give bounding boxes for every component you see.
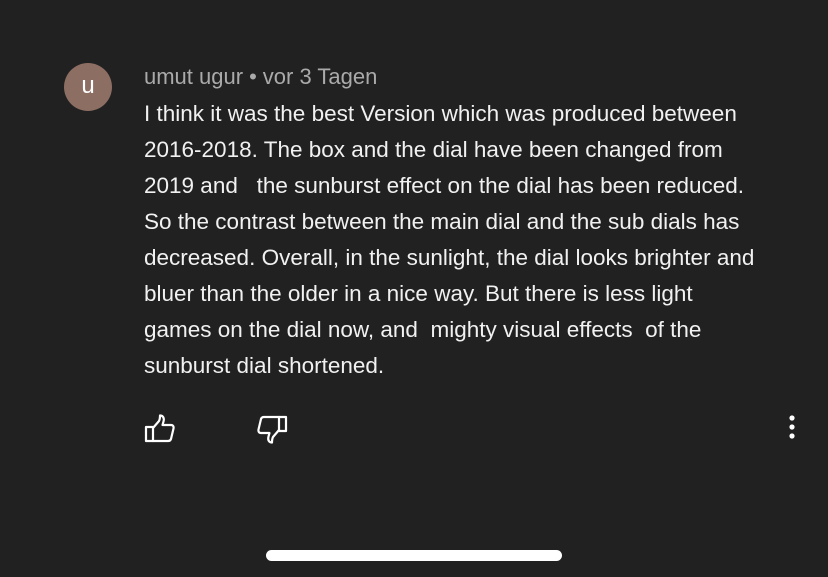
comment-text-line: 2016-2018. The box and the dial have bee… (144, 137, 723, 162)
comment-text-line: So the contrast between the main dial an… (144, 209, 740, 234)
comment: umut ugur • vor 3 Tagen I think it was the… (144, 62, 804, 384)
comment-text: I think it was the best Version which wa… (144, 96, 804, 384)
like-button[interactable] (143, 413, 177, 445)
meta-separator: • (249, 64, 257, 89)
comment-text-line: I think it was the best Version which wa… (144, 101, 737, 126)
comment-screen: u umut ugur • vor 3 Tagen I think it was t… (0, 0, 828, 577)
comment-text-line: sunburst dial shortened. (144, 353, 385, 378)
avatar-letter: u (81, 72, 95, 99)
author-name[interactable]: umut ugur (144, 64, 243, 89)
thumbs-up-icon (144, 414, 175, 443)
dislike-button[interactable] (255, 413, 289, 445)
comment-text-line: bluer than the older in a nice way. But … (144, 281, 693, 306)
comment-text-line: decreased. Overall, in the sunlight, the… (144, 245, 755, 270)
thumbs-down-icon (257, 415, 288, 444)
comment-timestamp: vor 3 Tagen (262, 64, 378, 89)
comment-text-line: games on the dial now, and mighty visual… (144, 317, 702, 342)
home-indicator[interactable] (266, 550, 562, 561)
comment-header: umut ugur • vor 3 Tagen (144, 62, 804, 92)
comment-text-line: 2019 and the sunburst effect on the dial… (144, 173, 745, 198)
avatar[interactable]: u (64, 63, 112, 111)
more-vertical-icon (789, 415, 795, 439)
more-options-button[interactable] (780, 412, 804, 444)
